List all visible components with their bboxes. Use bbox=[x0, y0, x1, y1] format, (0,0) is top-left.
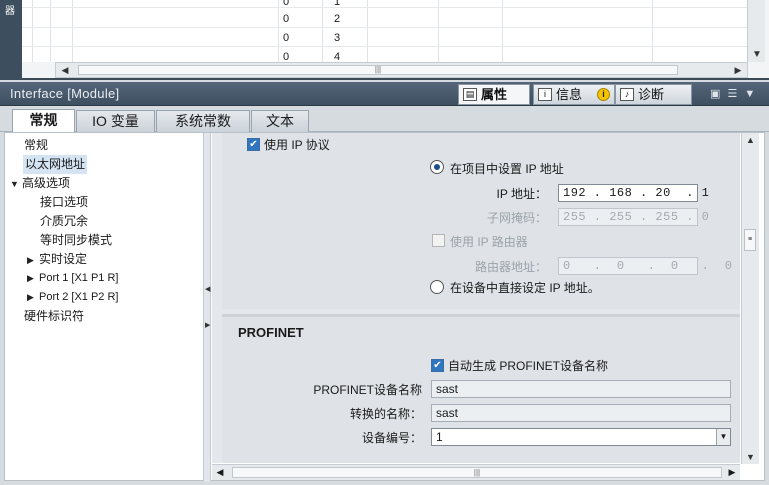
nav-item-realtime-settings[interactable]: ▶ 实时设定 bbox=[27, 250, 87, 269]
layout-icon[interactable]: ☰ bbox=[727, 88, 737, 100]
inspector-header: Interface [Module] ▤ 属性 i 信息 i ♪ 诊断 ▣ ☰ ▼ bbox=[0, 82, 769, 106]
nav-item-isochronous-mode[interactable]: 等时同步模式 bbox=[40, 231, 112, 250]
tab-info-label: 信息 bbox=[556, 87, 583, 102]
table-cell[interactable]: 0 bbox=[283, 13, 289, 25]
subnet-mask-field[interactable]: 255 . 255 . 255 . 0 bbox=[558, 208, 709, 226]
nav-label: Port 1 [X1 P1 R] bbox=[39, 272, 119, 284]
use-router-checkbox[interactable]: ✔ bbox=[432, 234, 445, 247]
profinet-section: PROFINET ✔ 自动生成 PROFINET设备名称 PROFINET设备名… bbox=[222, 314, 740, 463]
table-cell[interactable]: 2 bbox=[334, 13, 340, 25]
content-vertical-scrollbar[interactable]: ▲ ≡ ▼ bbox=[741, 133, 759, 464]
pane-splitter[interactable]: ◀ ▶ bbox=[203, 133, 211, 482]
device-number-select[interactable]: 1 ▼ bbox=[431, 428, 731, 446]
window-controls[interactable]: ▣ ☰ ▼ bbox=[710, 87, 755, 100]
tab-general[interactable]: 常规 bbox=[12, 109, 75, 133]
set-ip-in-project-radio[interactable] bbox=[430, 160, 444, 174]
auto-generate-name-label: 自动生成 PROFINET设备名称 bbox=[448, 359, 609, 373]
nav-label: 实时设定 bbox=[39, 252, 88, 266]
device-number-value: 1 bbox=[436, 430, 443, 444]
properties-body: 常规 以太网地址 ▼ 高级选项 接口选项 介质冗余 等时同步模式 ▶ 实时设定 ▶ P… bbox=[4, 132, 765, 482]
nav-label: Port 2 [X1 P2 R] bbox=[39, 291, 119, 303]
set-ip-on-device-radio[interactable] bbox=[430, 280, 444, 294]
collapsed-arrow-icon[interactable]: ▶ bbox=[27, 288, 39, 307]
float-window-icon[interactable]: ▣ bbox=[710, 88, 720, 100]
device-table-area: 器 0 1 0 2 0 3 0 4 ▼ ◀ ||| ▶ bbox=[0, 0, 769, 80]
table-cell[interactable]: 4 bbox=[334, 51, 340, 62]
chevron-down-icon[interactable]: ▼ bbox=[716, 429, 730, 445]
strip-label: 器 bbox=[5, 6, 15, 17]
tab-properties-label: 属性 bbox=[481, 87, 508, 102]
set-ip-in-project-label: 在项目中设置 IP 地址 bbox=[450, 162, 564, 176]
expand-right-icon[interactable]: ▶ bbox=[205, 321, 210, 329]
table-cell[interactable]: 0 bbox=[283, 51, 289, 62]
scroll-right-icon[interactable]: ▶ bbox=[729, 63, 747, 77]
tab-diagnostics-label: 诊断 bbox=[638, 87, 665, 102]
diagnostics-icon: ♪ bbox=[620, 88, 634, 101]
scroll-thumb[interactable]: ||| bbox=[232, 467, 722, 478]
device-name-field[interactable]: sast bbox=[431, 380, 731, 398]
inspector-title: Interface [Module] bbox=[10, 86, 120, 101]
info-icon: i bbox=[538, 88, 552, 101]
nav-item-general[interactable]: 常规 bbox=[24, 136, 48, 155]
ip-protocol-section: ✔ 使用 IP 协议 在项目中设置 IP 地址 IP 地址： 192 . 168… bbox=[222, 133, 740, 309]
device-table: 0 1 0 2 0 3 0 4 bbox=[22, 0, 747, 62]
profinet-title: PROFINET bbox=[238, 325, 304, 340]
expanded-arrow-icon[interactable]: ▼ bbox=[10, 175, 22, 194]
info-warning-icon: i bbox=[597, 88, 610, 101]
device-name-label: PROFINET设备名称 bbox=[313, 383, 422, 397]
nav-item-media-redundancy[interactable]: 介质冗余 bbox=[40, 212, 88, 231]
navigation-tree: 常规 以太网地址 ▼ 高级选项 接口选项 介质冗余 等时同步模式 ▶ 实时设定 ▶ P… bbox=[5, 133, 203, 464]
router-address-label: 路由器地址： bbox=[474, 260, 547, 274]
table-cell[interactable]: 0 bbox=[283, 32, 289, 44]
scroll-left-icon[interactable]: ◀ bbox=[56, 63, 74, 77]
collapse-icon[interactable]: ▼ bbox=[744, 88, 755, 100]
scroll-down-icon[interactable]: ▼ bbox=[746, 452, 755, 462]
scroll-thumb[interactable]: ≡ bbox=[744, 229, 756, 251]
properties-icon: ▤ bbox=[463, 88, 477, 101]
scroll-thumb[interactable]: ||| bbox=[78, 65, 678, 75]
property-tabs: 常规 IO 变量 系统常数 文本 bbox=[0, 106, 769, 133]
tab-system-constants[interactable]: 系统常数 bbox=[156, 110, 250, 132]
subnet-mask-label: 子网掩码： bbox=[486, 211, 547, 225]
use-ip-label: 使用 IP 协议 bbox=[264, 138, 330, 152]
set-ip-on-device-label: 在设备中直接设定 IP 地址。 bbox=[450, 281, 600, 295]
nav-item-interface-options[interactable]: 接口选项 bbox=[40, 193, 88, 212]
device-number-label: 设备编号： bbox=[361, 431, 422, 445]
use-router-label: 使用 IP 路由器 bbox=[450, 235, 528, 249]
auto-generate-name-checkbox[interactable]: ✔ bbox=[431, 359, 444, 372]
use-ip-checkbox[interactable]: ✔ bbox=[247, 138, 260, 151]
scroll-left-icon[interactable]: ◀ bbox=[212, 466, 228, 479]
table-vertical-scrollbar[interactable]: ▼ bbox=[747, 0, 765, 62]
nav-item-advanced-options[interactable]: ▼ 高级选项 bbox=[10, 174, 70, 193]
nav-item-hardware-identifier[interactable]: 硬件标识符 bbox=[24, 307, 84, 326]
ip-address-field[interactable]: 192 . 168 . 20 . 1 bbox=[558, 184, 709, 202]
scroll-right-icon[interactable]: ▶ bbox=[724, 466, 740, 479]
nav-item-port-1[interactable]: ▶ Port 1 [X1 P1 R] bbox=[27, 269, 118, 288]
tab-properties[interactable]: ▤ 属性 bbox=[458, 84, 530, 105]
device-overview-strip: 器 bbox=[0, 0, 22, 80]
tab-io-tags[interactable]: IO 变量 bbox=[76, 110, 155, 132]
collapsed-arrow-icon[interactable]: ▶ bbox=[27, 269, 39, 288]
tab-diagnostics[interactable]: ♪ 诊断 bbox=[615, 84, 692, 105]
converted-name-field: sast bbox=[431, 404, 731, 422]
router-address-field[interactable]: 0 . 0 . 0 . 0 bbox=[558, 257, 732, 275]
scroll-up-icon[interactable]: ▲ bbox=[746, 135, 755, 145]
collapsed-arrow-icon[interactable]: ▶ bbox=[27, 251, 39, 270]
collapse-left-icon[interactable]: ◀ bbox=[205, 285, 210, 293]
nav-label: 高级选项 bbox=[22, 176, 71, 190]
converted-name-label: 转换的名称： bbox=[349, 407, 422, 421]
scroll-down-icon[interactable]: ▼ bbox=[752, 49, 762, 60]
content-horizontal-scrollbar[interactable]: ◀ ||| ▶ bbox=[212, 464, 740, 480]
ip-address-label: IP 地址： bbox=[496, 187, 547, 201]
settings-content: ✔ 使用 IP 协议 在项目中设置 IP 地址 IP 地址： 192 . 168… bbox=[212, 133, 740, 463]
nav-item-ethernet-addresses[interactable]: 以太网地址 bbox=[23, 155, 88, 174]
tab-texts[interactable]: 文本 bbox=[251, 110, 309, 132]
table-horizontal-scrollbar[interactable]: ◀ ||| ▶ bbox=[55, 62, 748, 78]
table-cell[interactable]: 0 bbox=[283, 0, 289, 8]
table-cell[interactable]: 3 bbox=[334, 32, 340, 44]
nav-item-port-2[interactable]: ▶ Port 2 [X1 P2 R] bbox=[27, 288, 118, 307]
table-cell[interactable]: 1 bbox=[334, 0, 340, 8]
